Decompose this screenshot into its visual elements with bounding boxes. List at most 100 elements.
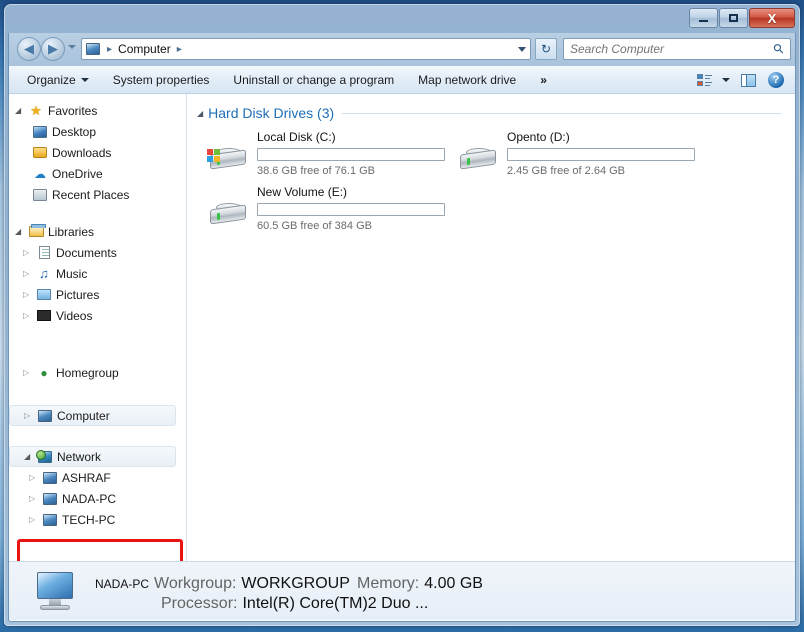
libraries-icon <box>27 224 46 237</box>
change-view-dropdown[interactable] <box>719 68 733 92</box>
sidebar-item-recent-places[interactable]: Recent Places <box>9 184 186 205</box>
expander-expanded-icon[interactable]: ◢ <box>24 452 36 461</box>
details-row-workgroup: NADA-PC Workgroup: WORKGROUP <box>95 575 350 593</box>
details-row-memory: Memory: 4.00 GB <box>357 575 483 593</box>
address-dropdown-icon[interactable] <box>518 47 526 52</box>
title-bar[interactable]: X <box>4 4 800 33</box>
search-input[interactable] <box>570 42 775 56</box>
computer-icon <box>41 471 59 484</box>
organize-button[interactable]: Organize <box>15 68 101 92</box>
drive-item-e[interactable]: New Volume (E:) 60.5 GB free of 384 GB <box>197 185 445 239</box>
system-properties-button[interactable]: System properties <box>101 68 222 92</box>
sidebar-item-videos[interactable]: ▷ Videos <box>9 305 186 326</box>
sidebar-item-label: NADA-PC <box>62 491 117 506</box>
expander-collapsed-icon[interactable]: ▷ <box>24 411 36 420</box>
map-network-drive-button[interactable]: Map network drive <box>406 68 528 92</box>
sidebar-item-label: Computer <box>57 408 110 423</box>
breadcrumb-separator-trailing[interactable]: ▸ <box>173 44 186 55</box>
drive-item-c[interactable]: Local Disk (C:) 38.6 GB free of 76.1 GB <box>197 130 445 184</box>
expander-collapsed-icon[interactable]: ▷ <box>23 368 35 377</box>
desktop-icon <box>31 125 49 138</box>
sidebar-item-network[interactable]: ◢ Network <box>9 446 176 467</box>
workgroup-value: WORKGROUP <box>241 575 350 592</box>
sidebar-item-computer[interactable]: ▷ Computer <box>9 405 176 426</box>
expander-collapsed-icon[interactable]: ▷ <box>23 290 35 299</box>
preview-pane-button[interactable] <box>735 68 761 92</box>
help-button[interactable]: ? <box>763 68 789 92</box>
explorer-window: X ◀ ▶ ▸ Computer ▸ ↻ ⚲ <box>4 4 800 626</box>
sidebar-item-label: Music <box>56 266 88 281</box>
expander-collapsed-icon[interactable]: ▷ <box>29 494 41 503</box>
star-icon: ★ <box>30 103 42 118</box>
command-toolbar: Organize System properties Uninstall or … <box>9 66 795 94</box>
back-button[interactable]: ◀ <box>17 37 41 61</box>
back-arrow-icon: ◀ <box>24 41 34 56</box>
group-header-hard-disk-drives[interactable]: ◢ Hard Disk Drives (3) <box>197 102 781 124</box>
computer-icon <box>41 513 59 526</box>
drive-usage-bar <box>507 148 695 161</box>
expander-collapsed-icon[interactable]: ▷ <box>23 311 35 320</box>
sidebar-group-libraries[interactable]: ◢ Libraries <box>9 221 186 242</box>
panes-container: ◢ ★ Favorites Desktop Downloads ☁ OneDri… <box>9 94 795 561</box>
homegroup-icon: ● <box>40 365 48 380</box>
expander-expanded-icon[interactable]: ◢ <box>15 227 27 236</box>
expander-collapsed-icon[interactable]: ▷ <box>23 269 35 278</box>
sidebar-item-onedrive[interactable]: ☁ OneDrive <box>9 163 186 184</box>
content-pane[interactable]: ◢ Hard Disk Drives (3) Local Disk (C:) 3… <box>187 94 795 561</box>
drive-free-space: 38.6 GB free of 76.1 GB <box>257 165 376 177</box>
expander-expanded-icon[interactable]: ◢ <box>15 106 27 115</box>
drive-free-space: 2.45 GB free of 2.64 GB <box>507 165 626 177</box>
chevron-down-icon <box>80 77 89 82</box>
sidebar-item-ashraf[interactable]: ▷ ASHRAF <box>9 467 186 488</box>
sidebar-item-pictures[interactable]: ▷ Pictures <box>9 284 186 305</box>
refresh-button[interactable]: ↻ <box>535 38 557 60</box>
picture-icon <box>35 289 53 300</box>
search-box[interactable]: ⚲ <box>563 38 791 60</box>
sidebar-item-desktop[interactable]: Desktop <box>9 121 186 142</box>
drive-usage-bar <box>257 203 445 216</box>
details-pane: NADA-PC Workgroup: WORKGROUP Memory: 4.0… <box>9 561 795 620</box>
change-view-button[interactable] <box>691 68 717 92</box>
memory-label: Memory: <box>357 575 420 592</box>
sidebar-group-label: Favorites <box>48 103 98 118</box>
group-header-rule <box>342 112 781 114</box>
sidebar-item-nada-pc[interactable]: ▷ NADA-PC <box>9 488 186 509</box>
expander-collapsed-icon[interactable]: ▷ <box>29 515 41 524</box>
recent-locations-dropdown-icon[interactable] <box>68 45 76 49</box>
sidebar-item-label: Videos <box>56 308 93 323</box>
sidebar-item-tech-pc[interactable]: ▷ TECH-PC <box>9 509 186 530</box>
overflow-chevrons-icon: » <box>540 72 547 87</box>
drive-name: Local Disk (C:) <box>257 130 336 144</box>
sidebar-item-documents[interactable]: ▷ Documents <box>9 242 186 263</box>
close-icon: X <box>767 10 777 26</box>
minimize-button[interactable] <box>689 8 718 28</box>
address-bar[interactable]: ▸ Computer ▸ <box>81 38 531 60</box>
sidebar-group-favorites[interactable]: ◢ ★ Favorites <box>9 100 186 121</box>
breadcrumb-computer[interactable]: Computer <box>116 42 173 56</box>
computer-name: NADA-PC <box>95 577 150 591</box>
sidebar-group-label: Libraries <box>48 224 95 239</box>
sidebar-item-homegroup[interactable]: ▷ ● Homegroup <box>9 362 186 383</box>
map-network-drive-label: Map network drive <box>418 72 517 87</box>
expander-collapsed-icon[interactable]: ▷ <box>23 248 35 257</box>
document-icon <box>35 246 53 259</box>
chevron-down-icon <box>722 78 730 82</box>
computer-icon <box>86 43 100 55</box>
forward-arrow-icon: ▶ <box>48 41 58 56</box>
sidebar-item-music[interactable]: ▷ ♫ Music <box>9 263 186 284</box>
navigation-pane[interactable]: ◢ ★ Favorites Desktop Downloads ☁ OneDri… <box>9 94 187 561</box>
expander-collapsed-icon[interactable]: ▷ <box>29 473 41 482</box>
forward-button[interactable]: ▶ <box>41 37 65 61</box>
drive-item-d[interactable]: Opento (D:) 2.45 GB free of 2.64 GB <box>447 130 695 184</box>
maximize-button[interactable] <box>719 8 748 28</box>
close-button[interactable]: X <box>749 8 795 28</box>
uninstall-button[interactable]: Uninstall or change a program <box>221 68 406 92</box>
sidebar-item-downloads[interactable]: Downloads <box>9 142 186 163</box>
toolbar-overflow-button[interactable]: » <box>528 68 559 92</box>
expander-expanded-icon[interactable]: ◢ <box>197 109 203 118</box>
system-properties-label: System properties <box>112 72 210 87</box>
maximize-icon <box>729 14 738 22</box>
